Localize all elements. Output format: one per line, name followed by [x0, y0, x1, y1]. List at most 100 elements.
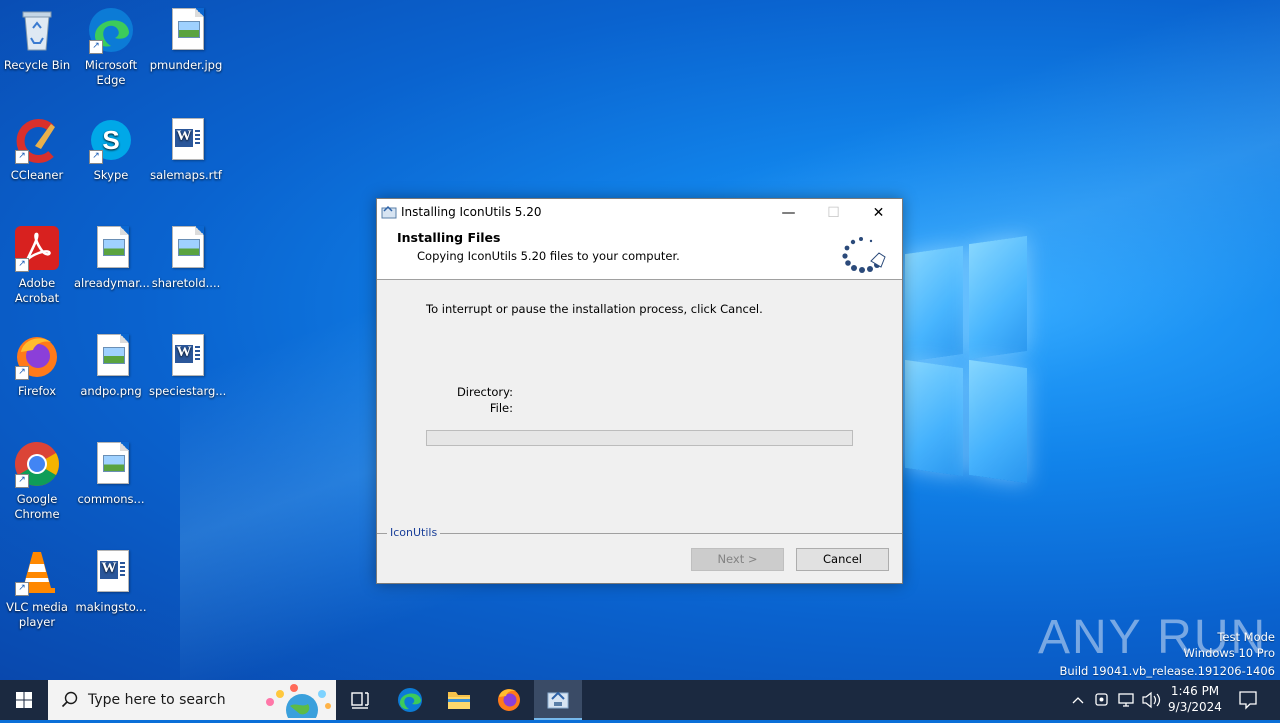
- edge-icon: [398, 688, 422, 712]
- skype-icon: S ↗: [87, 116, 135, 164]
- desktop-icon-label: andpo.png: [80, 384, 142, 398]
- desktop-icon-skype[interactable]: S ↗ Skype: [74, 116, 148, 183]
- desktop-icon-ccleaner[interactable]: ↗ CCleaner: [0, 116, 74, 183]
- desktop-icon-label: Recycle Bin: [3, 58, 71, 72]
- image-file-icon: [162, 6, 210, 54]
- shortcut-arrow-icon: ↗: [15, 258, 29, 272]
- desktop-icon-adobe-acrobat[interactable]: ↗ Adobe Acrobat: [0, 224, 74, 306]
- header-title: Installing Files: [397, 230, 501, 245]
- desktop-icon-commons[interactable]: commons...: [74, 440, 148, 507]
- word-document-icon: W: [87, 548, 135, 596]
- tray-network[interactable]: [1115, 680, 1137, 720]
- dialog-header: Installing Files Copying IconUtils 5.20 …: [377, 227, 902, 280]
- shortcut-arrow-icon: ↗: [89, 40, 103, 54]
- header-subtitle: Copying IconUtils 5.20 files to your com…: [417, 249, 680, 263]
- taskbar-installer[interactable]: [534, 680, 582, 720]
- desktop-icon-label: CCleaner: [10, 168, 64, 182]
- instruction-text: To interrupt or pause the installation p…: [426, 302, 763, 316]
- directory-label: Directory:: [456, 385, 513, 399]
- chrome-icon: ↗: [13, 440, 61, 488]
- next-button[interactable]: Next >: [691, 548, 784, 571]
- shortcut-arrow-icon: ↗: [15, 474, 29, 488]
- recycle-bin-icon: [13, 6, 61, 54]
- build-label: Build 19041.vb_release.191206-1406: [1059, 664, 1275, 678]
- dialog-titlebar[interactable]: Installing IconUtils 5.20 — ☐ ✕: [377, 199, 902, 227]
- show-hidden-icons-button[interactable]: [1068, 680, 1088, 720]
- speaker-icon: [1142, 691, 1161, 709]
- clock-time: 1:46 PM: [1170, 684, 1220, 698]
- maximize-button[interactable]: ☐: [811, 199, 856, 227]
- installer-app-icon: [381, 205, 397, 219]
- word-document-icon: W: [162, 116, 210, 164]
- image-file-icon: [87, 224, 135, 272]
- image-file-icon: [87, 332, 135, 380]
- file-label: File:: [489, 401, 513, 415]
- search-placeholder: Type here to search: [88, 692, 226, 708]
- desktop-icon-firefox[interactable]: ↗ Firefox: [0, 332, 74, 399]
- desktop-icon-label: Firefox: [17, 384, 57, 398]
- taskbar-file-explorer[interactable]: [435, 680, 483, 720]
- desktop-icon-vlc[interactable]: ↗ VLC media player: [0, 548, 74, 630]
- desktop-icon-sharetold[interactable]: sharetold....: [149, 224, 223, 291]
- desktop-icon-microsoft-edge[interactable]: ↗ Microsoft Edge: [74, 6, 148, 88]
- desktop-icon-label: speciestarg...: [149, 384, 227, 398]
- shortcut-arrow-icon: ↗: [15, 366, 29, 380]
- tray-meet-now[interactable]: [1092, 680, 1114, 720]
- taskbar-clock[interactable]: 1:46 PM 9/3/2024: [1166, 683, 1224, 715]
- desktop-icon-label: salemaps.rtf: [150, 168, 222, 182]
- search-icon: [61, 691, 78, 708]
- svg-text:S: S: [102, 125, 119, 155]
- desktop-icon-label: VLC media player: [6, 600, 68, 629]
- desktop-icon-pmunder[interactable]: pmunder.jpg: [149, 6, 223, 73]
- desktop-icon-label: makingsto...: [75, 600, 147, 614]
- desktop-icon-label: Microsoft Edge: [84, 58, 138, 87]
- shortcut-arrow-icon: ↗: [89, 150, 103, 164]
- desktop-icon-andpo[interactable]: andpo.png: [74, 332, 148, 399]
- windows-edition-label: Windows 10 Pro: [1183, 646, 1275, 660]
- taskbar-edge[interactable]: [386, 680, 434, 720]
- task-view-icon: [351, 692, 369, 709]
- taskbar-search-box[interactable]: Type here to search: [48, 680, 336, 720]
- word-document-icon: W: [162, 332, 210, 380]
- taskbar-firefox[interactable]: [485, 680, 533, 720]
- vlc-cone-icon: ↗: [13, 548, 61, 596]
- desktop-icon-label: Adobe Acrobat: [14, 276, 60, 305]
- close-button[interactable]: ✕: [856, 199, 901, 227]
- installer-app-icon: [547, 691, 569, 709]
- image-file-icon: [162, 224, 210, 272]
- cancel-button[interactable]: Cancel: [796, 548, 889, 571]
- desktop-icon-alreadymar[interactable]: alreadymar...: [74, 224, 150, 291]
- start-button[interactable]: [0, 680, 48, 720]
- tray-volume[interactable]: [1139, 680, 1163, 720]
- desktop-icon-makingsto[interactable]: W makingsto...: [74, 548, 148, 615]
- desktop-icon-label: Google Chrome: [14, 492, 60, 521]
- firefox-icon: [498, 689, 520, 711]
- desktop-icon-salemaps[interactable]: W salemaps.rtf: [149, 116, 223, 183]
- test-mode-label: Test Mode: [1217, 630, 1275, 644]
- install-progress-bar: [426, 430, 853, 446]
- windows-logo-wallpaper: [905, 235, 1030, 484]
- task-view-button[interactable]: [336, 680, 384, 720]
- desktop-icon-label: sharetold....: [151, 276, 221, 290]
- clock-date: 9/3/2024: [1168, 700, 1222, 714]
- notification-icon: [1239, 691, 1257, 710]
- desktop-icon-label: commons...: [77, 492, 145, 506]
- desktop-icon-speciestarg[interactable]: W speciestarg...: [149, 332, 227, 399]
- shortcut-arrow-icon: ↗: [15, 150, 29, 164]
- desktop-icon-google-chrome[interactable]: ↗ Google Chrome: [0, 440, 74, 522]
- dialog-title: Installing IconUtils 5.20: [401, 205, 542, 219]
- desktop-icon-label: Skype: [93, 168, 129, 182]
- camera-icon: [1095, 693, 1108, 706]
- network-icon: [1118, 693, 1134, 707]
- folder-icon: [448, 692, 470, 709]
- desktop-icon-label: pmunder.jpg: [149, 58, 223, 72]
- action-center-button[interactable]: [1234, 680, 1262, 720]
- minimize-button[interactable]: —: [766, 199, 811, 227]
- chevron-up-icon: [1072, 697, 1084, 704]
- installer-dialog: Installing IconUtils 5.20 — ☐ ✕ Installi…: [376, 198, 903, 584]
- installer-spinner-logo: [841, 231, 891, 273]
- desktop-icon-recycle-bin[interactable]: Recycle Bin: [0, 6, 74, 73]
- adobe-acrobat-icon: ↗: [13, 224, 61, 272]
- search-highlight-globe-icon: [266, 684, 331, 718]
- edge-icon: ↗: [87, 6, 135, 54]
